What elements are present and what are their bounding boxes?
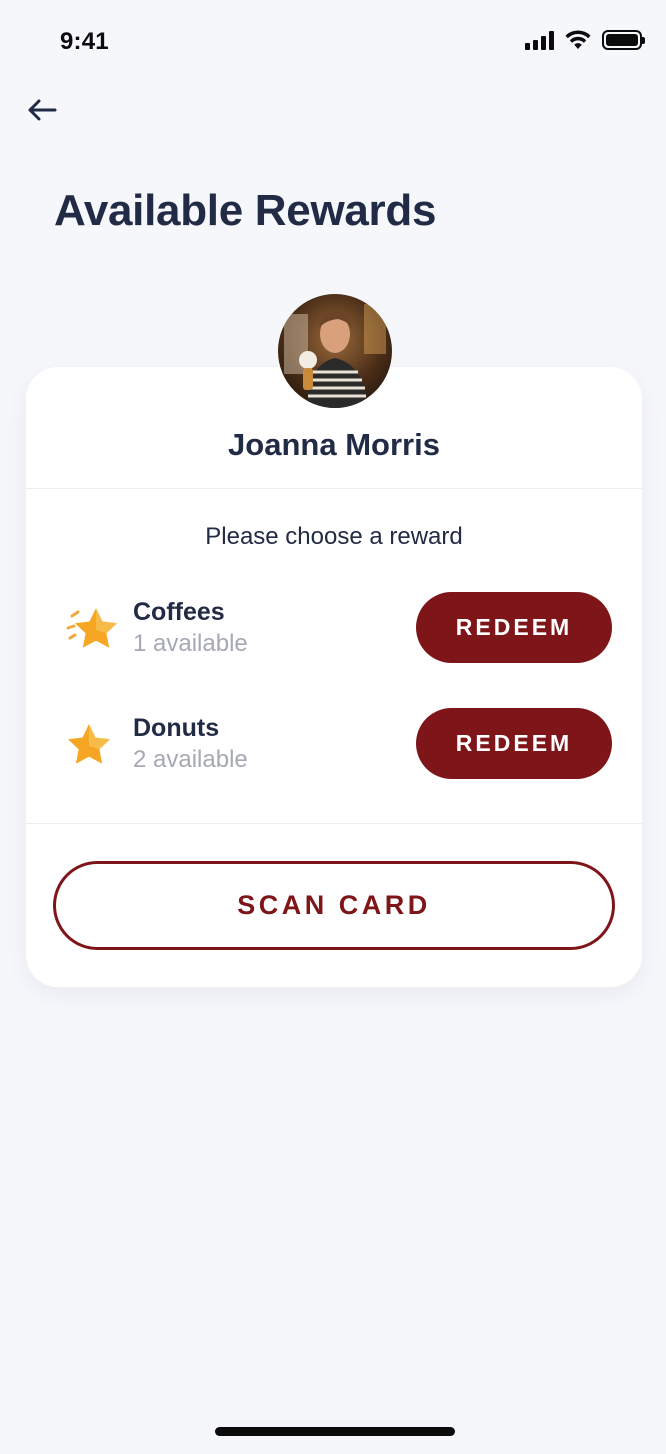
scan-card-button[interactable]: SCAN CARD [53, 861, 615, 950]
avatar [278, 294, 392, 408]
reward-name: Coffees [133, 598, 225, 626]
reward-availability: 1 available [133, 630, 248, 657]
status-bar: 9:41 [0, 0, 666, 86]
redeem-donuts-button[interactable]: REDEEM [416, 708, 612, 779]
cellular-signal-icon [525, 30, 554, 50]
star-icon [66, 608, 117, 648]
battery-icon [602, 30, 645, 50]
arrow-left-icon [28, 99, 57, 121]
reward-name: Donuts [133, 714, 220, 742]
user-name: Joanna Morris [228, 427, 440, 462]
status-time: 9:41 [60, 28, 109, 55]
redeem-coffees-button[interactable]: REDEEM [416, 592, 612, 663]
back-button[interactable] [20, 90, 64, 130]
page-title: Available Rewards [54, 186, 437, 235]
reward-availability: 2 available [133, 746, 248, 773]
reward-prompt: Please choose a reward [205, 523, 463, 550]
home-indicator [215, 1427, 455, 1436]
star-icon [68, 724, 110, 764]
divider [26, 823, 642, 824]
reward-item-coffees: Coffees 1 available REDEEM [26, 592, 642, 664]
rewards-card: Joanna Morris Please choose a reward Cof… [26, 367, 642, 987]
divider [26, 488, 642, 489]
status-icons [525, 30, 645, 50]
wifi-icon [565, 30, 591, 49]
reward-item-donuts: Donuts 2 available REDEEM [26, 708, 642, 780]
